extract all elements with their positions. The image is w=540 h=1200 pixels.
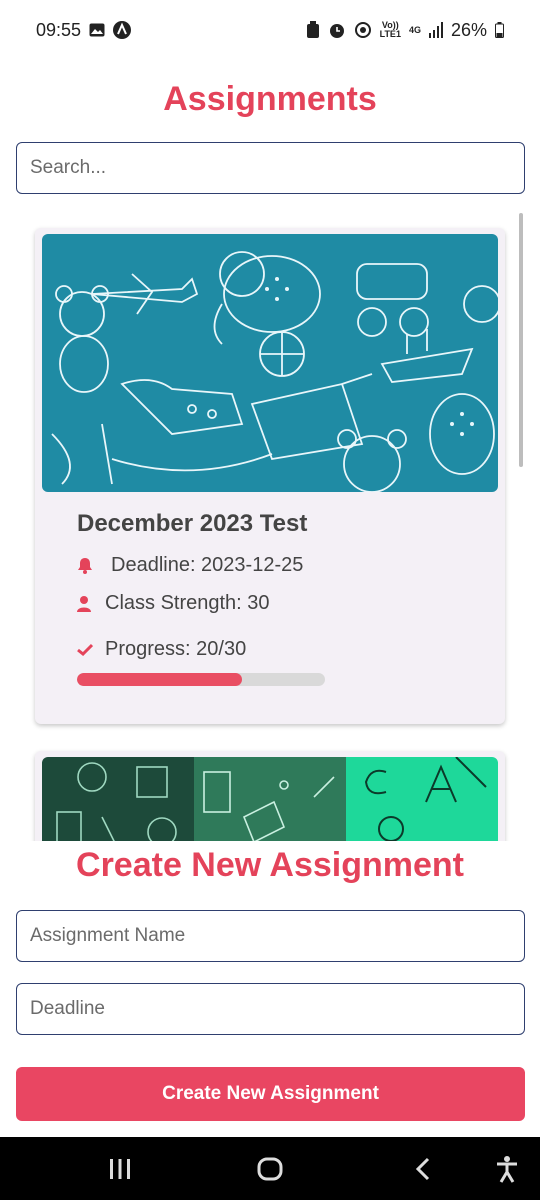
assignment-progress-bar: [77, 673, 325, 686]
assignment-class-strength: Class Strength: 30: [105, 592, 270, 614]
list-scrollbar[interactable]: [519, 213, 523, 467]
status-right: Vo)) LTE1 4G 26%: [306, 20, 504, 41]
bell-icon: [77, 557, 97, 574]
check-icon: [77, 643, 97, 656]
assignment-card[interactable]: December 2023 Test Deadline: 2023-12-25 …: [35, 228, 505, 724]
assignment-strength-row: Class Strength: 30: [77, 592, 270, 615]
assignment-progress-row: Progress: 20/30: [77, 638, 246, 661]
assignment-progress-label: Progress: 20/30: [105, 638, 247, 660]
search-input[interactable]: [16, 142, 525, 194]
assignment-list[interactable]: December 2023 Test Deadline: 2023-12-25 …: [0, 205, 540, 841]
volte-bottom: LTE1: [379, 29, 401, 39]
cover-panel: [194, 757, 346, 841]
app-notification-icon: [113, 21, 132, 39]
status-time: 09:55: [36, 19, 82, 40]
deadline-input[interactable]: [16, 983, 525, 1035]
battery-icon: [495, 22, 504, 38]
recent-apps-icon: [110, 1158, 130, 1179]
home-icon: [257, 1157, 283, 1180]
battery-percent: 26%: [450, 19, 487, 40]
network-type: 4G: [408, 24, 421, 35]
accessibility-icon: [497, 1155, 517, 1183]
assignment-title: December 2023 Test: [77, 510, 308, 537]
user-icon: [77, 595, 97, 612]
signal-icon: [428, 22, 443, 38]
assignment-card[interactable]: [35, 751, 505, 841]
gallery-icon: [89, 23, 105, 37]
assignment-deadline-row: Deadline: 2023-12-25: [77, 554, 303, 577]
cover-panel: [42, 757, 194, 841]
create-assignment-button[interactable]: Create New Assignment: [16, 1067, 525, 1121]
recycle-icon: [306, 21, 320, 39]
assignment-deadline: Deadline: 2023-12-25: [111, 554, 304, 576]
volte-indicator: Vo)) LTE1: [380, 21, 401, 39]
assignment-cover-image: [42, 757, 498, 841]
assignment-name-input[interactable]: [16, 910, 525, 962]
back-icon: [415, 1157, 430, 1180]
hotspot-icon: [354, 21, 372, 39]
page-title: Assignments: [163, 80, 377, 118]
app-screen: 09:55 Vo)) LTE1 4G 26% Assignments Searc…: [0, 0, 540, 1200]
recent-apps-button[interactable]: [95, 1137, 145, 1200]
assignment-progress-fill: [77, 673, 243, 686]
status-left: 09:55: [36, 19, 132, 41]
create-assignment-title: Create New Assignment: [76, 846, 464, 884]
home-button[interactable]: [245, 1137, 295, 1200]
system-nav-bar: [0, 1137, 540, 1200]
assignment-cover-image: [42, 234, 498, 492]
cover-panel: [346, 757, 498, 841]
accessibility-button[interactable]: [482, 1137, 532, 1200]
alarm-icon: [328, 21, 346, 39]
back-button[interactable]: [398, 1137, 448, 1200]
status-bar: 09:55 Vo)) LTE1 4G 26%: [0, 0, 540, 60]
